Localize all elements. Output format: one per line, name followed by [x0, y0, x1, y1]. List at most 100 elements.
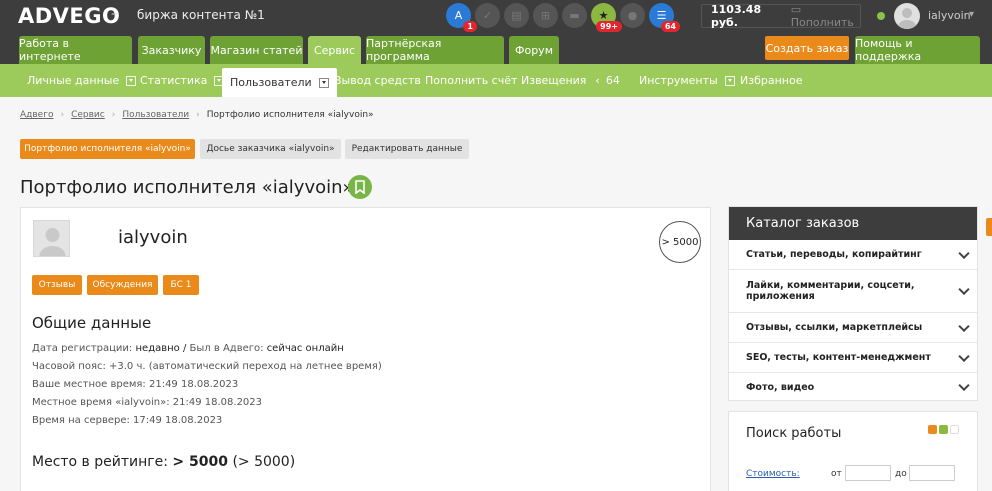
avatar-silhouette-icon [39, 228, 66, 256]
tab-customer-dossier[interactable]: Досье заказчика «ialyvoin» [200, 139, 341, 159]
chat-icon-glyph: ● [627, 9, 638, 22]
side-feedback-tab[interactable] [986, 218, 992, 236]
tab-article-shop[interactable]: Магазин статей [210, 36, 303, 64]
tab-edit-data[interactable]: Редактировать данные [345, 139, 469, 159]
bookmark-glyph [355, 180, 365, 194]
view-mode-white[interactable] [950, 425, 959, 434]
balance-box[interactable]: 1103.48 руб. ▭ Пополнить [701, 3, 861, 29]
bs-button[interactable]: БС 1 [163, 275, 199, 295]
dropdown-icon[interactable] [318, 77, 329, 88]
chat-icon[interactable]: ● [620, 3, 645, 28]
star-icon[interactable]: ★ 99+ [591, 3, 622, 32]
catalog-item[interactable]: Отзывы, ссылки, маркетплейсы [729, 313, 977, 343]
server-time-info: Время на сервере: 17:49 18.08.2023 [32, 415, 223, 426]
cost-to-input[interactable] [909, 465, 955, 481]
bookmark-icon[interactable] [348, 175, 372, 199]
chevron-down-icon[interactable]: ▾ [969, 9, 974, 20]
view-mode-green[interactable] [939, 425, 948, 434]
subtab-label: Личные данные [27, 74, 120, 87]
balance-amount: 1103.48 руб. [711, 3, 762, 29]
cost-link[interactable]: Стоимость: [746, 469, 800, 479]
from-label: от [831, 469, 842, 479]
view-mode-orange[interactable] [928, 425, 937, 434]
user-time-info: Местное время «ialyvoin»: 21:49 18.08.20… [32, 397, 263, 408]
cost-from-input[interactable] [845, 465, 891, 481]
subtab-users[interactable]: Пользователи [222, 68, 337, 97]
seen-value: сейчас онлайн [266, 343, 344, 354]
job-search-box: Поиск работы Стоимость: от до [728, 411, 978, 491]
breadcrumb-separator: › [60, 110, 65, 120]
header-username[interactable]: ialyvoin [928, 9, 971, 22]
rating-badge: > 5000 [659, 221, 701, 263]
tab-portfolio[interactable]: Портфолио исполнителя «ialyvoin» [20, 139, 195, 159]
profile-name: ialyvoin [118, 227, 188, 248]
breadcrumb-separator: › [196, 110, 200, 120]
check-icon[interactable]: ✓ [475, 3, 500, 28]
rating-place: Место в рейтинге: > 5000 (> 5000) [32, 454, 295, 470]
avatar-silhouette-icon [898, 8, 916, 29]
reviews-button[interactable]: Отзывы [32, 275, 82, 295]
tab-work-online[interactable]: Работа в интернете [19, 36, 132, 64]
catalog-title: Каталог заказов [729, 207, 977, 240]
document-icon-glyph: ▤ [511, 9, 522, 22]
subtab-personal-data[interactable]: Личные данные [27, 64, 137, 97]
subtab-label: Извещения [521, 74, 587, 87]
catalog-item-label: Отзывы, ссылки, маркетплейсы [746, 322, 923, 333]
tab-service[interactable]: Сервис [308, 36, 361, 64]
subtab-withdraw[interactable]: Вывод средств [334, 64, 421, 97]
translate-icon-glyph: A [454, 9, 463, 22]
chevron-down-icon[interactable] [958, 320, 970, 332]
chevron-down-icon[interactable] [958, 283, 970, 296]
breadcrumb-link[interactable]: Адвего [20, 110, 53, 120]
catalog-item-label: Фото, видео [746, 381, 815, 393]
notification-count: 64 [605, 74, 620, 87]
content-area: Адвего › Сервис › Пользователи › Портфолио исп… [0, 97, 992, 491]
catalog-item[interactable]: SEO, тесты, контент-менеджмент [729, 343, 977, 373]
create-order-button[interactable]: Создать заказ [765, 36, 849, 60]
discussions-button[interactable]: Обсуждения [87, 275, 158, 295]
sub-nav: Личные данные Статистика Пользователи Вы… [0, 64, 992, 97]
count-arrow-icon: ‹ [595, 74, 600, 87]
cart-icon-glyph: ⊞ [540, 9, 551, 22]
topup-link[interactable]: ▭ Пополнить [791, 3, 860, 29]
subtab-statistics[interactable]: Статистика [140, 64, 225, 97]
list-icon[interactable]: ☰ 64 [649, 3, 680, 32]
tab-customer[interactable]: Заказчику [138, 36, 205, 64]
notification-badge: 64 [660, 21, 680, 32]
tab-help-support[interactable]: Помощь и поддержка [855, 36, 980, 64]
subtab-top-up[interactable]: Пополнить счёт [425, 64, 517, 97]
reg-value: недавно [135, 343, 180, 354]
document-icon[interactable]: ▤ [504, 3, 529, 28]
chevron-down-icon[interactable] [958, 379, 970, 392]
chevron-down-icon[interactable] [958, 247, 970, 259]
tab-partner-program[interactable]: Партнёрская программа [366, 36, 504, 64]
cart-icon[interactable]: ⊞ [533, 3, 558, 28]
folder-icon[interactable]: ▬ [562, 3, 587, 28]
user-avatar[interactable] [894, 3, 920, 29]
subtab-label: Инструменты [639, 74, 718, 87]
page-title: Портфолио исполнителя «ialyvoin» [20, 177, 354, 198]
translate-icon[interactable]: A 1 [446, 3, 477, 32]
dropdown-icon[interactable] [724, 75, 735, 86]
breadcrumb-link[interactable]: Сервис [71, 110, 105, 120]
logo-dash: – [111, 6, 118, 22]
view-mode-switch[interactable] [928, 425, 959, 434]
subtab-tools[interactable]: Инструменты [639, 64, 735, 97]
tab-forum[interactable]: Форум [509, 36, 559, 64]
breadcrumb-current: Портфолио исполнителя «ialyvoin» [206, 110, 374, 120]
catalog-item[interactable]: Лайки, комментарии, соцсети, приложения [729, 270, 977, 313]
catalog-item[interactable]: Статьи, переводы, копирайтинг [729, 240, 977, 270]
dropdown-icon[interactable] [126, 75, 137, 86]
chevron-down-icon[interactable] [958, 350, 970, 362]
local-time-info: Ваше местное время: 21:49 18.08.2023 [32, 379, 239, 390]
advego-logo[interactable]: ADVEGO [18, 4, 120, 28]
tagline: биржа контента №1 [137, 8, 265, 22]
breadcrumb-link[interactable]: Пользователи [122, 110, 189, 120]
folder-icon-glyph: ▬ [569, 9, 580, 22]
catalog-item[interactable]: Фото, видео [729, 373, 977, 401]
subtab-notifications[interactable]: Извещения ‹ 64 [521, 64, 620, 97]
breadcrumb: Адвего › Сервис › Пользователи › Портфолио исп… [20, 110, 374, 120]
subtab-favorites[interactable]: Избранное [740, 64, 802, 97]
notification-badge: 1 [463, 21, 477, 32]
search-title: Поиск работы [746, 426, 842, 441]
